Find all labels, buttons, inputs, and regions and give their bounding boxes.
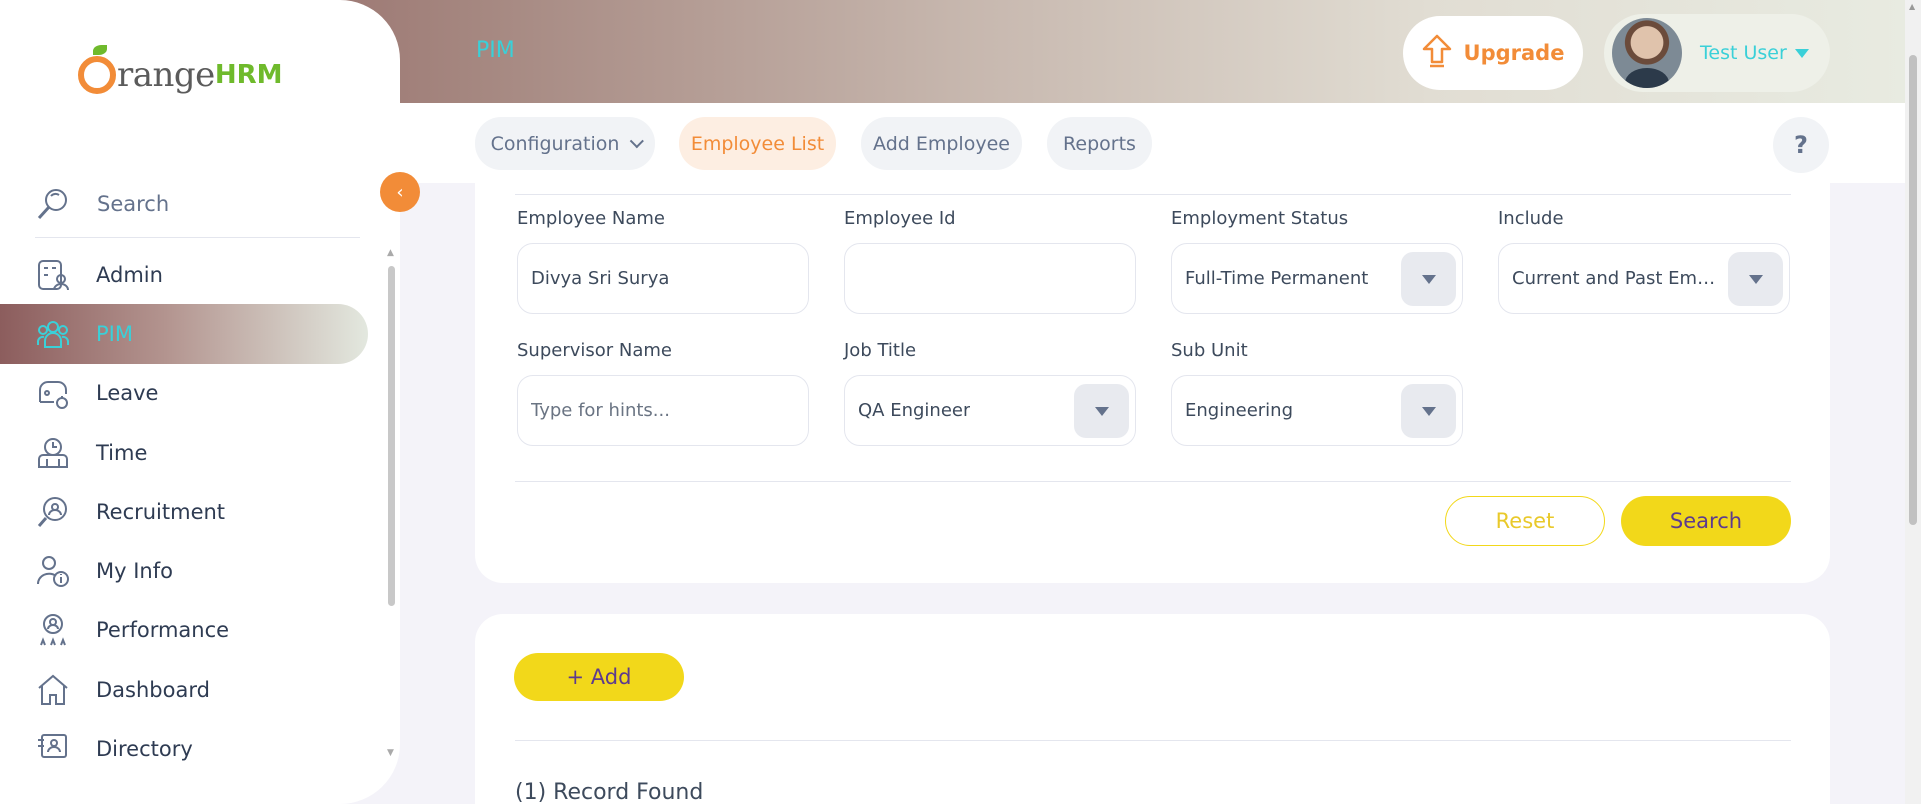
job-title-select[interactable]: QA Engineer: [844, 375, 1136, 446]
sidebar-search[interactable]: Search: [35, 170, 360, 238]
upgrade-button[interactable]: Upgrade: [1403, 16, 1583, 90]
employee-filter-form: Employee Name Divya Sri Surya Employee I…: [475, 183, 1830, 583]
sidebar-menu: Admin PIM Leave Time Recruitment My Info…: [0, 245, 400, 765]
record-count: (1) Record Found: [515, 780, 704, 804]
tab-employee-list[interactable]: Employee List: [679, 117, 836, 170]
sidebar-item-leave[interactable]: Leave: [0, 364, 400, 423]
upgrade-arrow-icon: [1422, 34, 1452, 73]
tab-configuration[interactable]: Configuration: [475, 117, 655, 170]
sidebar-scrollbar[interactable]: ▲ ▼: [384, 248, 398, 758]
dropdown-arrow-icon[interactable]: [1728, 252, 1783, 306]
scroll-up-icon[interactable]: ▲: [387, 248, 394, 258]
pim-icon: [35, 316, 71, 352]
employee-id-field: Employee Id: [844, 208, 1136, 314]
include-select[interactable]: Current and Past Empl...: [1498, 243, 1790, 314]
chevron-down-icon: [630, 133, 645, 148]
sub-unit-label: Sub Unit: [1171, 340, 1248, 361]
sub-unit-select[interactable]: Engineering: [1171, 375, 1463, 446]
help-button[interactable]: ?: [1773, 117, 1829, 173]
reset-button[interactable]: Reset: [1445, 496, 1605, 546]
employee-name-input[interactable]: Divya Sri Surya: [517, 243, 809, 314]
collapse-sidebar-button[interactable]: ‹: [380, 172, 420, 212]
sidebar-item-pim[interactable]: PIM: [0, 304, 368, 364]
dropdown-arrow-icon[interactable]: [1401, 252, 1456, 306]
supervisor-name-label: Supervisor Name: [517, 340, 673, 361]
divider: [515, 481, 1791, 482]
time-icon: [35, 435, 71, 471]
sub-unit-field: Sub Unit Engineering: [1171, 340, 1463, 446]
tab-configuration-label: Configuration: [490, 132, 620, 155]
admin-icon: [35, 257, 71, 293]
sidebar-item-dashboard[interactable]: Dashboard: [0, 660, 400, 719]
supervisor-name-field: Supervisor Name Type for hints...: [517, 340, 809, 446]
employee-id-label: Employee Id: [844, 208, 956, 229]
supervisor-name-input[interactable]: Type for hints...: [517, 375, 809, 446]
sidebar-search-label: Search: [97, 191, 170, 216]
employment-status-label: Employment Status: [1171, 208, 1349, 229]
avatar: [1612, 18, 1682, 88]
include-field: Include Current and Past Empl...: [1498, 208, 1790, 314]
directory-icon: [35, 731, 71, 765]
employment-status-field: Employment Status Full-Time Permanent: [1171, 208, 1463, 314]
caret-down-icon: [1794, 48, 1809, 58]
scroll-up-icon[interactable]: ▲: [1909, 2, 1915, 11]
include-label: Include: [1498, 208, 1564, 229]
employee-id-input[interactable]: [844, 243, 1136, 314]
add-employee-button[interactable]: + Add: [514, 653, 684, 701]
recruitment-icon: [35, 494, 71, 530]
dropdown-arrow-icon[interactable]: [1074, 384, 1129, 438]
employment-status-select[interactable]: Full-Time Permanent: [1171, 243, 1463, 314]
sidebar-item-recruitment[interactable]: Recruitment: [0, 482, 400, 541]
search-button[interactable]: Search: [1621, 496, 1791, 546]
tab-reports-label: Reports: [1063, 132, 1136, 155]
my-info-icon: [35, 553, 71, 589]
sidebar: range HRM Search Admin PIM Leave Time Re…: [0, 0, 400, 804]
divider: [515, 194, 1791, 195]
sidebar-item-time[interactable]: Time: [0, 423, 400, 482]
scrollbar-thumb[interactable]: [388, 266, 395, 606]
leave-icon: [35, 375, 71, 411]
user-dropdown[interactable]: Test User: [1604, 14, 1830, 92]
sidebar-item-directory[interactable]: Directory: [0, 719, 400, 765]
dropdown-arrow-icon[interactable]: [1401, 384, 1456, 438]
page-title: PIM: [476, 38, 515, 63]
orangehrm-logo[interactable]: range HRM: [78, 45, 298, 100]
upgrade-label: Upgrade: [1463, 41, 1565, 65]
tab-reports[interactable]: Reports: [1047, 117, 1152, 170]
sidebar-item-admin[interactable]: Admin: [0, 245, 400, 304]
user-name: Test User: [1700, 42, 1787, 64]
search-icon: [35, 186, 71, 222]
page-scrollbar[interactable]: ▲: [1905, 0, 1921, 804]
job-title-label: Job Title: [844, 340, 917, 361]
performance-icon: [35, 612, 71, 648]
sidebar-item-my-info[interactable]: My Info: [0, 541, 400, 600]
employee-results: + Add (1) Record Found: [475, 614, 1830, 804]
employee-name-label: Employee Name: [517, 208, 665, 229]
divider: [515, 740, 1791, 741]
employee-name-field: Employee Name Divya Sri Surya: [517, 208, 809, 314]
sidebar-item-performance[interactable]: Performance: [0, 601, 400, 660]
logo-o-icon: [78, 45, 116, 94]
tab-add-employee[interactable]: Add Employee: [861, 117, 1022, 170]
scroll-down-icon[interactable]: ▼: [387, 748, 394, 758]
tab-add-employee-label: Add Employee: [873, 132, 1010, 155]
scrollbar-thumb[interactable]: [1909, 55, 1917, 525]
tab-employee-list-label: Employee List: [690, 132, 825, 155]
dashboard-icon: [35, 672, 71, 708]
job-title-field: Job Title QA Engineer: [844, 340, 1136, 446]
